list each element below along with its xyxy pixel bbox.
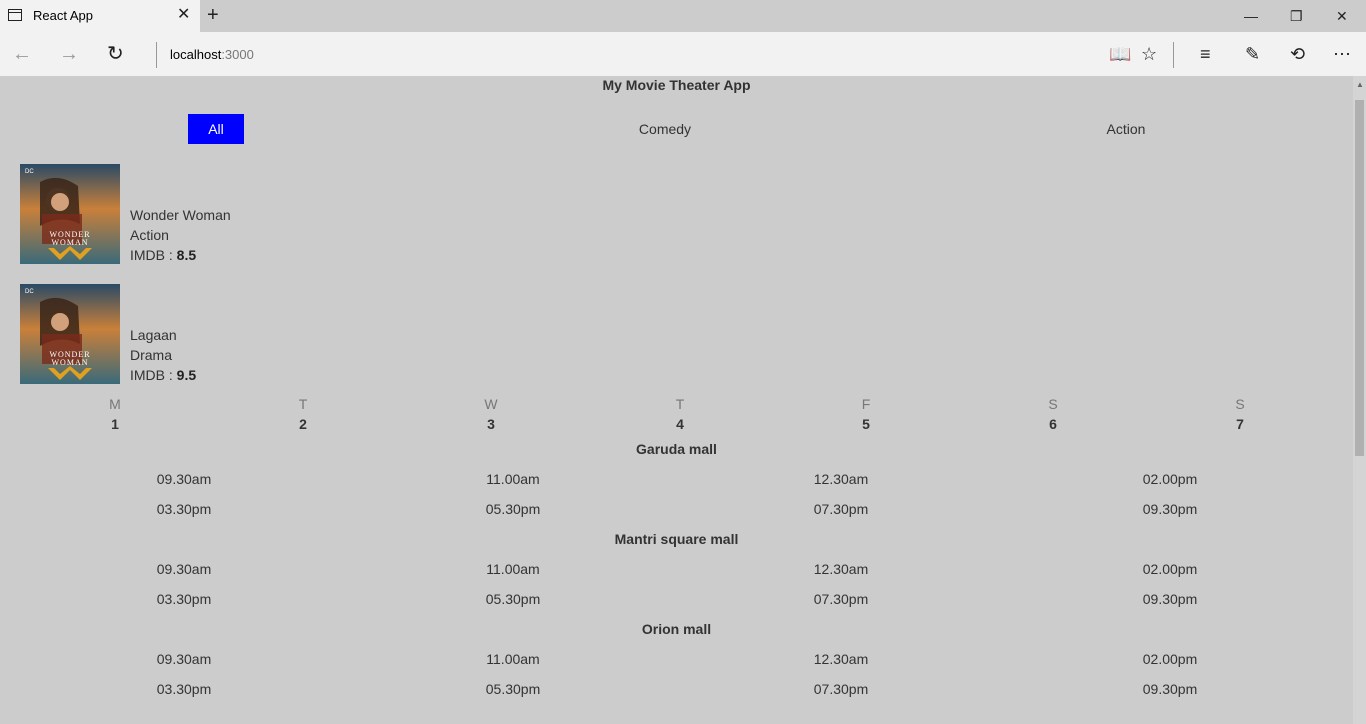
day-letter: T	[298, 396, 308, 412]
showtime[interactable]: 07.30pm	[781, 591, 901, 607]
day-selector[interactable]: T 2	[283, 394, 323, 434]
mall-name: Mantri square mall	[614, 531, 739, 547]
showtime[interactable]: 09.30pm	[1110, 501, 1230, 517]
day-selector[interactable]: T 4	[660, 394, 700, 434]
movie-poster: WONDER WOMAN DC	[20, 164, 120, 264]
more-icon[interactable]: ⋯	[1333, 45, 1351, 63]
refresh-icon[interactable]: ↻	[107, 44, 124, 64]
address-bar[interactable]: localhost:3000	[170, 47, 254, 62]
showtime[interactable]: 03.30pm	[124, 591, 244, 607]
day-selector[interactable]: F 5	[846, 394, 886, 434]
imdb-value: 9.5	[176, 367, 197, 383]
svg-text:WOMAN: WOMAN	[52, 358, 89, 367]
hub-icon[interactable]: ≡	[1200, 45, 1211, 63]
showtime[interactable]: 05.30pm	[453, 591, 573, 607]
new-tab-icon[interactable]: +	[207, 5, 219, 25]
imdb-label: IMDB :	[130, 247, 177, 263]
browser-titlebar: React App ✕ + — ❐ ✕	[0, 0, 1366, 32]
web-note-icon[interactable]: ✎	[1245, 45, 1260, 63]
day-letter: W	[484, 396, 498, 412]
restore-icon[interactable]: ❐	[1290, 8, 1303, 24]
showtime[interactable]: 09.30am	[124, 471, 244, 487]
showtime[interactable]: 09.30am	[124, 561, 244, 577]
scrollbar-thumb[interactable]	[1355, 100, 1364, 456]
day-number: 6	[1049, 416, 1057, 432]
app-title: My Movie Theater App	[602, 77, 751, 93]
minimize-icon[interactable]: —	[1244, 8, 1258, 24]
showtime[interactable]: 02.00pm	[1110, 471, 1230, 487]
showtime[interactable]: 02.00pm	[1110, 651, 1230, 667]
showtime[interactable]: 11.00am	[453, 651, 573, 667]
reading-view-icon[interactable]: 📖	[1109, 45, 1131, 63]
showtime[interactable]: 12.30am	[781, 651, 901, 667]
showtime[interactable]: 07.30pm	[781, 501, 901, 517]
imdb-label: IMDB :	[130, 367, 177, 383]
showtime[interactable]: 07.30pm	[781, 681, 901, 697]
movie-card[interactable]: WONDER WOMAN DC Wonder Woman Action IMDB…	[20, 164, 420, 264]
movie-genre: Action	[130, 227, 169, 243]
filter-action-button[interactable]: Action	[1076, 114, 1176, 144]
day-number: 3	[487, 416, 495, 432]
day-number: 1	[111, 416, 119, 432]
movie-title: Lagaan	[130, 327, 177, 343]
svg-text:WOMAN: WOMAN	[52, 238, 89, 247]
movie-rating: IMDB : 8.5	[130, 245, 231, 265]
movie-title: Wonder Woman	[130, 207, 231, 223]
movie-rating: IMDB : 9.5	[130, 365, 196, 385]
showtime[interactable]: 09.30am	[124, 651, 244, 667]
window-close-icon[interactable]: ✕	[1336, 8, 1348, 24]
day-selector[interactable]: S 7	[1220, 394, 1260, 434]
imdb-value: 8.5	[176, 247, 197, 263]
day-letter: F	[861, 396, 871, 412]
showtime[interactable]: 09.30pm	[1110, 681, 1230, 697]
day-letter: S	[1235, 396, 1245, 412]
day-selector[interactable]: M 1	[95, 394, 135, 434]
tab-title: React App	[33, 8, 93, 23]
browser-tab[interactable]: React App ✕	[0, 0, 200, 32]
showtime[interactable]: 02.00pm	[1110, 561, 1230, 577]
day-selector[interactable]: W 3	[471, 394, 511, 434]
movie-card[interactable]: WONDER WOMAN DC Lagaan Drama IMDB : 9.5	[20, 284, 420, 384]
url-port: :3000	[221, 47, 254, 62]
showtime[interactable]: 11.00am	[453, 471, 573, 487]
address-divider	[156, 42, 157, 68]
showtime[interactable]: 09.30pm	[1110, 591, 1230, 607]
tab-page-icon	[8, 9, 22, 21]
showtime[interactable]: 11.00am	[453, 561, 573, 577]
day-number: 5	[862, 416, 870, 432]
filter-comedy-button[interactable]: Comedy	[615, 114, 715, 144]
scroll-up-icon[interactable]: ▲	[1356, 80, 1364, 89]
day-letter: S	[1048, 396, 1058, 412]
movie-poster: WONDER WOMAN DC	[20, 284, 120, 384]
day-number: 4	[676, 416, 684, 432]
back-icon[interactable]: ←	[12, 44, 32, 64]
svg-text:DC: DC	[25, 289, 34, 295]
showtime[interactable]: 12.30am	[781, 561, 901, 577]
day-number: 7	[1236, 416, 1244, 432]
mall-name: Orion mall	[641, 621, 712, 637]
svg-text:DC: DC	[25, 169, 34, 175]
url-host: localhost	[170, 47, 222, 62]
toolbar-divider	[1173, 42, 1174, 68]
browser-navbar: ← → ↻ localhost:3000 📖 ☆ ≡ ✎ ⟲ ⋯	[0, 32, 1366, 76]
day-letter: M	[109, 396, 121, 412]
filter-all-button[interactable]: All	[188, 114, 244, 144]
showtime[interactable]: 12.30am	[781, 471, 901, 487]
day-selector[interactable]: S 6	[1033, 394, 1073, 434]
showtime[interactable]: 05.30pm	[453, 681, 573, 697]
close-tab-icon[interactable]: ✕	[177, 7, 190, 23]
showtime[interactable]: 05.30pm	[453, 501, 573, 517]
movie-info: Lagaan Drama IMDB : 9.5	[130, 325, 196, 385]
showtime[interactable]: 03.30pm	[124, 501, 244, 517]
showtime[interactable]: 03.30pm	[124, 681, 244, 697]
movie-genre: Drama	[130, 347, 173, 363]
mall-name: Garuda mall	[636, 441, 717, 457]
forward-icon[interactable]: →	[59, 44, 79, 64]
favorite-star-icon[interactable]: ☆	[1141, 45, 1157, 63]
day-number: 2	[299, 416, 307, 432]
app-page: My Movie Theater App All Comedy Action W…	[0, 76, 1353, 724]
day-letter: T	[675, 396, 685, 412]
share-icon[interactable]: ⟲	[1290, 45, 1305, 63]
movie-info: Wonder Woman Action IMDB : 8.5	[130, 205, 231, 265]
